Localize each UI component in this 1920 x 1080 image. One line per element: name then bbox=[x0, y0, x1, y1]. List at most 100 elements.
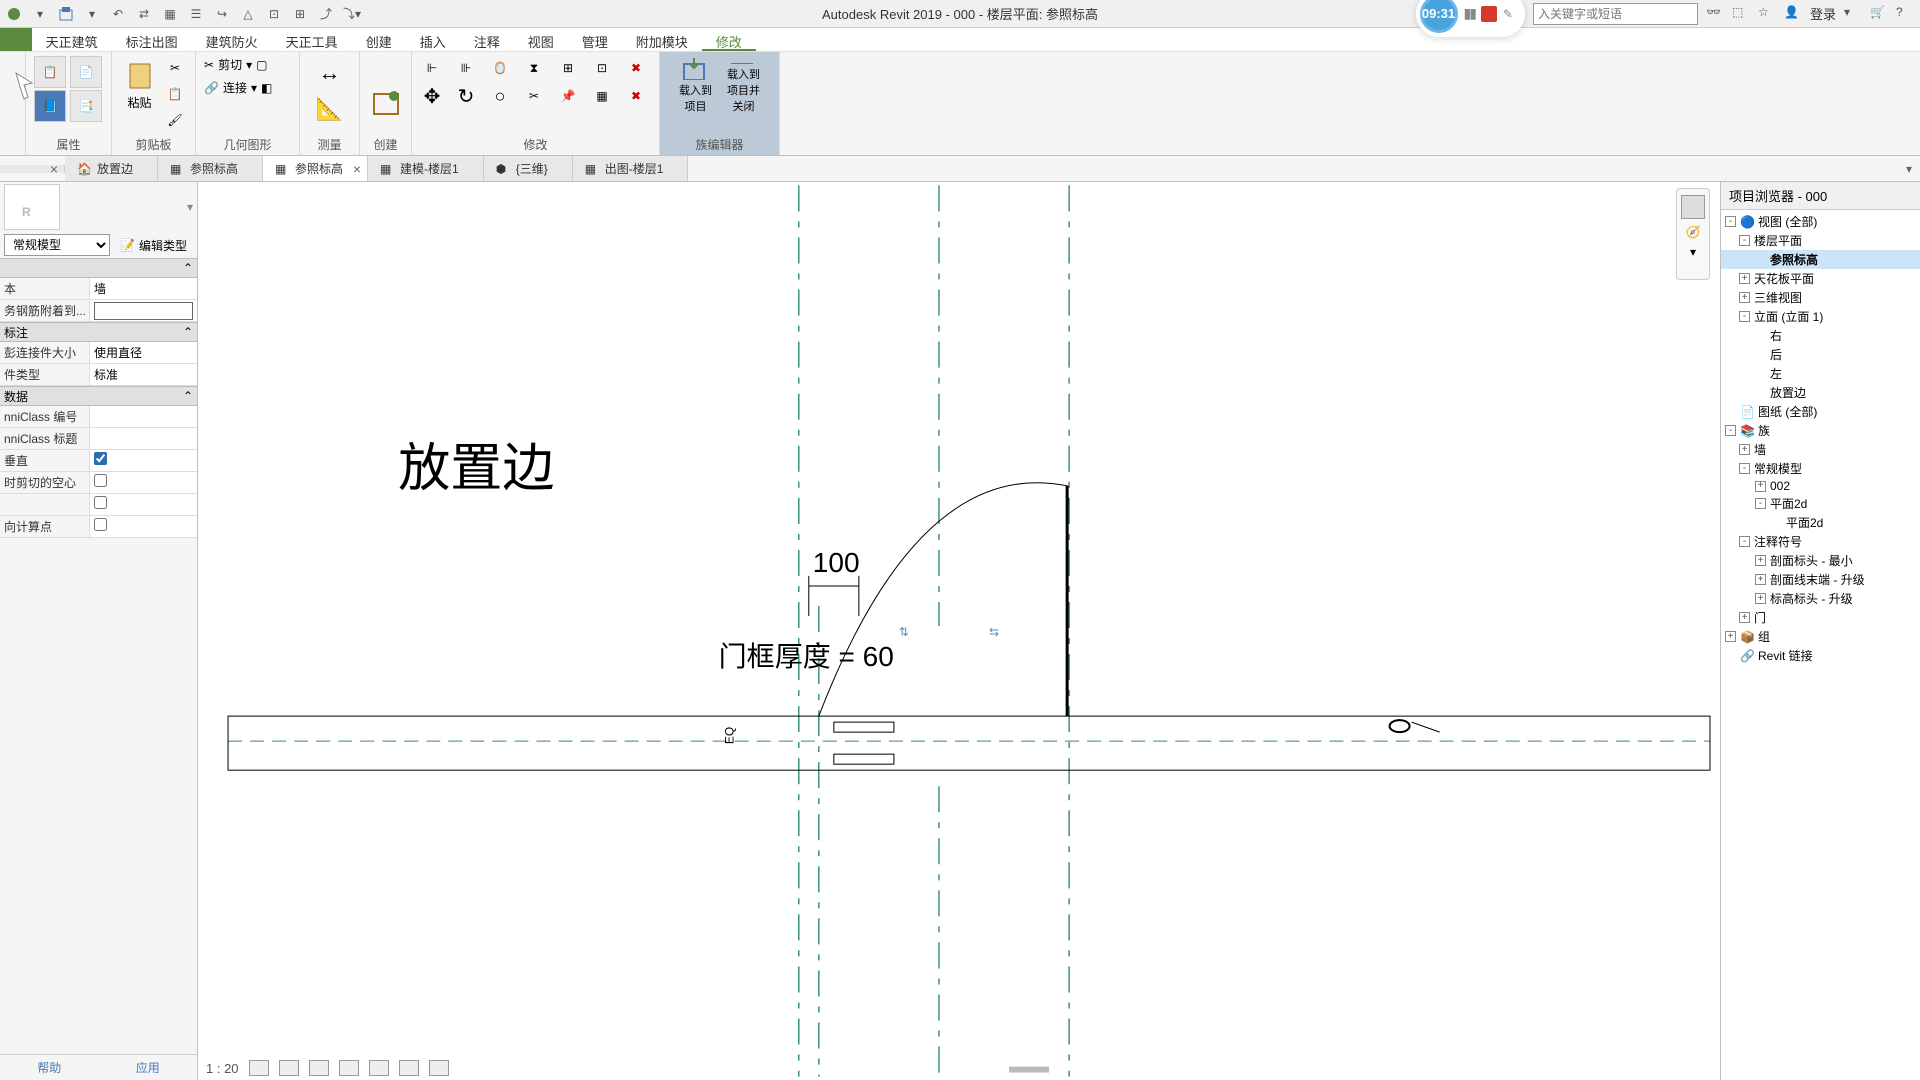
shadows-icon[interactable] bbox=[339, 1060, 359, 1076]
cut-icon[interactable]: ✂ bbox=[163, 56, 187, 80]
login-label[interactable]: 登录 bbox=[1810, 4, 1836, 23]
tree-node[interactable]: -📚族 bbox=[1721, 421, 1920, 440]
visual-style-icon[interactable] bbox=[279, 1060, 299, 1076]
rotate-icon[interactable]: ↻ bbox=[454, 84, 478, 108]
properties-help-button[interactable]: 帮助 bbox=[0, 1055, 99, 1080]
tree-node[interactable]: +墙 bbox=[1721, 440, 1920, 459]
tree-node[interactable]: -平面2d bbox=[1721, 494, 1920, 513]
view-cube-icon[interactable] bbox=[1681, 195, 1705, 219]
tree-toggle-icon[interactable]: - bbox=[1725, 425, 1736, 436]
tab-tangent-arch[interactable]: 天正建筑 bbox=[32, 28, 112, 51]
prop-value[interactable] bbox=[90, 472, 197, 493]
drawing-canvas[interactable]: 100 门框厚度 = 60 放置边 EQ ⇅ ⇆ 🧭 ▾ 1 : 20 bbox=[198, 182, 1720, 1080]
tree-node[interactable]: 后 bbox=[1721, 345, 1920, 364]
qat-icon[interactable]: ⤵▾ bbox=[342, 4, 362, 24]
prop-value[interactable]: 使用直径 bbox=[90, 342, 197, 363]
tree-toggle-icon[interactable]: - bbox=[1739, 311, 1750, 322]
view-tab[interactable]: × bbox=[0, 165, 65, 173]
qat-icon[interactable]: ☰ bbox=[186, 4, 206, 24]
qat-icon[interactable]: ⤴ bbox=[316, 4, 336, 24]
tab-menu-icon[interactable]: ▾ bbox=[1898, 162, 1920, 176]
tree-toggle-icon[interactable]: + bbox=[1755, 481, 1766, 492]
view-tab[interactable]: ▦建模-楼层1 bbox=[368, 156, 484, 181]
crop-region-icon[interactable] bbox=[399, 1060, 419, 1076]
cope-icon[interactable]: ▢ bbox=[256, 58, 267, 72]
app-menu-icon[interactable] bbox=[4, 4, 24, 24]
qat-icon[interactable]: ↪ bbox=[212, 4, 232, 24]
tree-node[interactable]: 📄图纸 (全部) bbox=[1721, 402, 1920, 421]
prop-group-header[interactable]: ⌃ bbox=[0, 258, 197, 278]
load-close-button[interactable]: 载入到 项目并关闭 bbox=[724, 56, 764, 114]
tab-fire[interactable]: 建筑防火 bbox=[192, 28, 272, 51]
tab-modify[interactable]: 修改 bbox=[702, 28, 756, 51]
array-icon[interactable]: ⊞ bbox=[556, 56, 580, 80]
delete-icon[interactable]: ✖ bbox=[624, 84, 648, 108]
type-menu-icon[interactable]: ▾ bbox=[187, 200, 193, 214]
tree-node[interactable]: 🔗Revit 链接 bbox=[1721, 646, 1920, 665]
tree-node[interactable]: 平面2d bbox=[1721, 513, 1920, 532]
tree-toggle-icon[interactable]: + bbox=[1755, 555, 1766, 566]
tab-annotate[interactable]: 注释 bbox=[460, 28, 514, 51]
flip-control-icon[interactable]: ⇆ bbox=[989, 625, 999, 639]
join-geom-icon[interactable]: 🔗 bbox=[204, 81, 219, 95]
project-tree[interactable]: -🔵视图 (全部)-楼层平面参照标高+天花板平面+三维视图-立面 (立面 1)右… bbox=[1721, 210, 1920, 1080]
qat-icon[interactable]: ⊞ bbox=[290, 4, 310, 24]
properties-button[interactable]: 📋 bbox=[34, 56, 66, 88]
redo-icon[interactable]: ⇄ bbox=[134, 4, 154, 24]
properties-apply-button[interactable]: 应用 bbox=[99, 1055, 198, 1080]
tree-node[interactable]: +天花板平面 bbox=[1721, 269, 1920, 288]
eq-constraint[interactable]: EQ bbox=[723, 727, 737, 744]
dimension-value[interactable]: 100 bbox=[813, 547, 860, 578]
load-into-project-button[interactable]: 载入到 项目 bbox=[676, 56, 716, 114]
prop-value[interactable] bbox=[90, 300, 197, 321]
tree-toggle-icon[interactable]: + bbox=[1739, 444, 1750, 455]
prop-group-header[interactable]: 标注⌃ bbox=[0, 322, 197, 342]
match-icon[interactable]: 🖌 bbox=[163, 108, 187, 132]
tree-node[interactable]: +002 bbox=[1721, 478, 1920, 494]
flip-control-icon[interactable]: ⇅ bbox=[899, 625, 909, 639]
tree-toggle-icon[interactable]: - bbox=[1739, 235, 1750, 246]
dimension-param[interactable]: 门框厚度 = 60 bbox=[719, 641, 894, 672]
paste-button[interactable]: 粘贴 bbox=[120, 56, 159, 114]
sun-path-icon[interactable] bbox=[309, 1060, 329, 1076]
view-scale[interactable]: 1 : 20 bbox=[206, 1061, 239, 1076]
edit-type-button[interactable]: 📝编辑类型 bbox=[114, 235, 193, 256]
tree-node[interactable]: -🔵视图 (全部) bbox=[1721, 212, 1920, 231]
qat-icon[interactable]: ▦ bbox=[160, 4, 180, 24]
offset-icon[interactable]: ⊪ bbox=[454, 56, 478, 80]
align-icon[interactable]: ⊩ bbox=[420, 56, 444, 80]
tree-node[interactable]: 放置边 bbox=[1721, 383, 1920, 402]
qat-icon[interactable]: △ bbox=[238, 4, 258, 24]
tree-toggle-icon[interactable]: + bbox=[1739, 292, 1750, 303]
tab-manage[interactable]: 管理 bbox=[568, 28, 622, 51]
sync-icon[interactable]: ▾ bbox=[82, 4, 102, 24]
prop-value[interactable] bbox=[90, 406, 197, 427]
move-icon[interactable]: ✥ bbox=[420, 84, 444, 108]
nav-chevron-icon[interactable]: ▾ bbox=[1690, 245, 1696, 259]
view-tab[interactable]: 🏠放置边 bbox=[65, 156, 158, 181]
view-tab[interactable]: ▦参照标高× bbox=[263, 156, 368, 181]
crop-view-icon[interactable] bbox=[369, 1060, 389, 1076]
tab-view[interactable]: 视图 bbox=[514, 28, 568, 51]
tree-toggle-icon[interactable]: + bbox=[1755, 593, 1766, 604]
tree-node[interactable]: +剖面标头 - 最小 bbox=[1721, 551, 1920, 570]
tree-toggle-icon[interactable]: + bbox=[1739, 273, 1750, 284]
tree-toggle-icon[interactable]: + bbox=[1755, 574, 1766, 585]
tree-node[interactable]: -立面 (立面 1) bbox=[1721, 307, 1920, 326]
keynote-icon[interactable]: ⬚ bbox=[1732, 5, 1750, 23]
detail-level-icon[interactable] bbox=[249, 1060, 269, 1076]
close-icon[interactable]: × bbox=[50, 161, 58, 177]
copy-icon[interactable]: 📋 bbox=[163, 82, 187, 106]
tab-tangent-tools[interactable]: 天正工具 bbox=[272, 28, 352, 51]
prop-value[interactable]: 标准 bbox=[90, 364, 197, 385]
hide-isolate-icon[interactable] bbox=[429, 1060, 449, 1076]
undo-icon[interactable]: ↶ bbox=[108, 4, 128, 24]
tree-node[interactable]: +三维视图 bbox=[1721, 288, 1920, 307]
binoculars-icon[interactable]: 👓 bbox=[1706, 5, 1724, 23]
cut-geom-icon[interactable]: ✂ bbox=[204, 58, 214, 72]
screen-recorder-badge[interactable]: 09:31 ▮▮ ✎ bbox=[1416, 0, 1525, 37]
tree-node[interactable]: +📦组 bbox=[1721, 627, 1920, 646]
horizontal-scrollbar[interactable] bbox=[1009, 1067, 1049, 1073]
tree-node[interactable]: +剖面线末端 - 升级 bbox=[1721, 570, 1920, 589]
tree-node[interactable]: -注释符号 bbox=[1721, 532, 1920, 551]
